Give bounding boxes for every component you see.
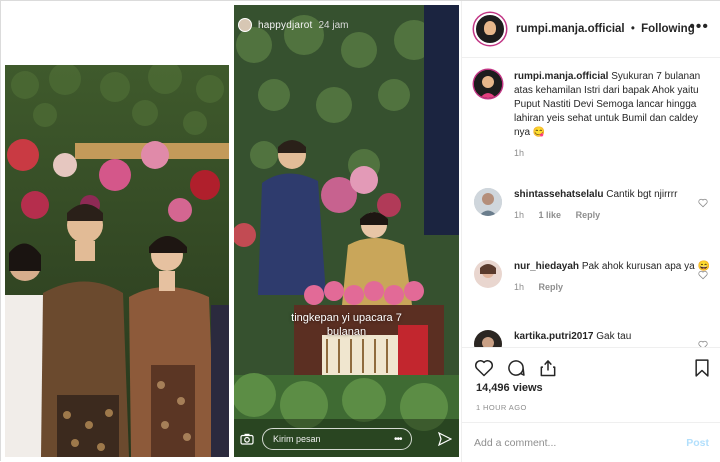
comments-list[interactable]: rumpi.manja.official Syukuran 7 bulanan … bbox=[462, 58, 720, 348]
story-caption-line: tingkepan yi upacara 7 bbox=[291, 312, 402, 324]
header-text: rumpi.manja.official • Following bbox=[516, 23, 695, 35]
comment-meta: 1h Reply bbox=[514, 282, 714, 292]
save-icon[interactable] bbox=[692, 358, 712, 378]
view-count[interactable]: 14,496 views bbox=[476, 382, 543, 394]
comment-reply-button[interactable]: Reply bbox=[576, 210, 601, 220]
post-comment-button[interactable]: Post bbox=[686, 437, 709, 449]
author-avatar[interactable] bbox=[474, 13, 506, 45]
story-message-input: Kirim pesan bbox=[262, 428, 412, 450]
camera-icon bbox=[240, 433, 254, 445]
comment-body: kartika.putri2017 Gak tau bbox=[514, 330, 714, 344]
story-reply-bar: Kirim pesan ••• bbox=[234, 421, 459, 457]
caption-comment: rumpi.manja.official Syukuran 7 bulanan … bbox=[474, 70, 714, 158]
post-media[interactable]: happydjarot 24 jam tingkepan yi upacara … bbox=[1, 1, 462, 462]
comment-username[interactable]: nur_hiedayah bbox=[514, 261, 579, 272]
like-comment-icon[interactable] bbox=[698, 270, 708, 280]
comment-text: Pak ahok kurusan apa ya 😄 bbox=[581, 261, 710, 272]
caption-time[interactable]: 1h bbox=[514, 148, 524, 158]
caption-meta: 1h bbox=[514, 148, 714, 158]
comment-avatar[interactable] bbox=[474, 330, 502, 347]
more-options-icon: ••• bbox=[394, 433, 402, 445]
comment-meta: 1h 1 like Reply bbox=[514, 210, 714, 220]
comment-item: shintassehatselalu Cantik bgt njirrrr 1h… bbox=[474, 188, 714, 220]
share-icon[interactable] bbox=[538, 358, 558, 378]
story-time: 24 jam bbox=[318, 19, 349, 31]
caption-body: rumpi.manja.official Syukuran 7 bulanan … bbox=[514, 70, 714, 140]
story-screenshot: happydjarot 24 jam tingkepan yi upacara … bbox=[234, 5, 459, 457]
photo-couple bbox=[5, 65, 229, 457]
add-comment-input[interactable]: Add a comment... bbox=[474, 437, 686, 449]
like-icon[interactable] bbox=[474, 358, 494, 378]
comment-avatar[interactable] bbox=[474, 260, 502, 288]
comment-username[interactable]: kartika.putri2017 bbox=[514, 331, 594, 342]
story-image bbox=[234, 5, 459, 457]
comment-text: Cantik bgt njirrrr bbox=[606, 189, 678, 200]
comment-icon[interactable] bbox=[506, 358, 526, 378]
following-button[interactable]: Following bbox=[641, 23, 695, 35]
like-comment-icon[interactable] bbox=[698, 198, 708, 208]
comment-text: Gak tau bbox=[596, 331, 632, 342]
post-actions bbox=[462, 348, 720, 384]
caption-avatar-image bbox=[474, 70, 502, 98]
comment-time[interactable]: 1h bbox=[514, 282, 524, 292]
story-username: happydjarot bbox=[258, 19, 313, 31]
photo-couple-image bbox=[5, 65, 229, 457]
comment-username[interactable]: shintassehatselalu bbox=[514, 189, 603, 200]
caption-username[interactable]: rumpi.manja.official bbox=[514, 71, 608, 82]
header-separator: • bbox=[630, 23, 635, 35]
comment-avatar-image bbox=[474, 260, 502, 288]
comment-likes[interactable]: 1 like bbox=[539, 210, 562, 220]
comment-avatar-image bbox=[474, 330, 502, 347]
like-comment-icon[interactable] bbox=[698, 340, 708, 348]
post-header: rumpi.manja.official • Following ••• bbox=[462, 1, 720, 58]
comment-body: nur_hiedayah Pak ahok kurusan apa ya 😄 bbox=[514, 260, 714, 274]
comment-body: shintassehatselalu Cantik bgt njirrrr bbox=[514, 188, 714, 202]
story-avatar bbox=[238, 18, 252, 32]
send-icon bbox=[437, 432, 452, 446]
comment-reply-button[interactable]: Reply bbox=[539, 282, 564, 292]
post-timestamp[interactable]: 1 HOUR AGO bbox=[476, 403, 527, 412]
author-username[interactable]: rumpi.manja.official bbox=[516, 23, 625, 35]
story-caption: tingkepan yi upacara 7 bulanan bbox=[234, 311, 459, 339]
add-comment-bar: Add a comment... Post bbox=[462, 422, 720, 462]
comment-time[interactable]: 1h bbox=[514, 210, 524, 220]
comment-avatar[interactable] bbox=[474, 188, 502, 216]
comment-item: nur_hiedayah Pak ahok kurusan apa ya 😄 1… bbox=[474, 260, 714, 292]
story-header: happydjarot 24 jam bbox=[234, 5, 459, 45]
caption-avatar[interactable] bbox=[474, 70, 502, 98]
comment-item: kartika.putri2017 Gak tau bbox=[474, 330, 714, 347]
story-caption-line: bulanan bbox=[326, 326, 367, 338]
more-options-button[interactable]: ••• bbox=[689, 19, 709, 35]
instagram-post-modal: happydjarot 24 jam tingkepan yi upacara … bbox=[0, 0, 720, 462]
comment-avatar-image bbox=[474, 188, 502, 216]
post-sidebar: rumpi.manja.official • Following ••• rum… bbox=[462, 1, 720, 462]
